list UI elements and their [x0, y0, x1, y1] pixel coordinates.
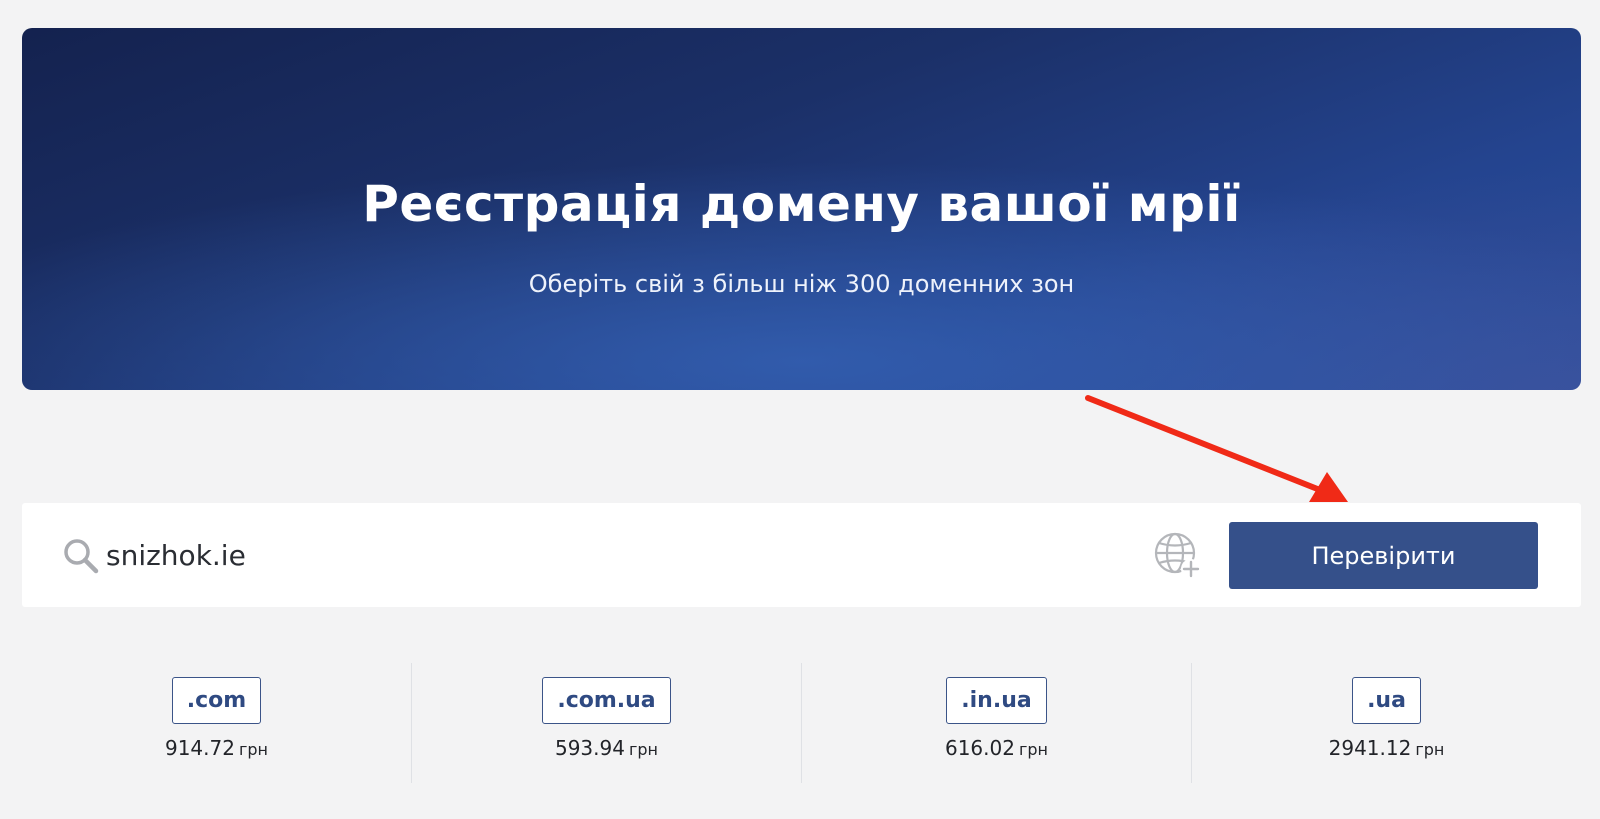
zone-price-currency: грн	[1415, 740, 1445, 759]
zone-price-amount: 914.72	[164, 736, 235, 760]
zone-price-amount: 2941.12	[1328, 736, 1412, 760]
zone-price: 616.02 грн	[802, 736, 1191, 760]
domain-search-input[interactable]	[106, 533, 1106, 577]
hero-subtitle: Оберіть свій з більш ніж 300 доменних зо…	[528, 270, 1075, 298]
check-domain-button[interactable]: Перевірити	[1229, 522, 1538, 589]
page: Реєстрація домену вашої мрії Оберіть сві…	[0, 0, 1600, 819]
zone-item-com-ua[interactable]: .com.ua 593.94 грн	[411, 663, 801, 783]
zone-badge[interactable]: .com.ua	[542, 677, 671, 724]
zone-price: 2941.12 грн	[1192, 736, 1581, 760]
zone-price: 593.94 грн	[412, 736, 801, 760]
zone-badge[interactable]: .com	[171, 677, 262, 724]
domain-zones-list: .com 914.72 грн .com.ua 593.94 грн .in.ua …	[22, 663, 1581, 783]
globe-plus-icon[interactable]	[1153, 531, 1203, 581]
zone-price: 914.72 грн	[22, 736, 411, 760]
zone-item-ua[interactable]: .ua 2941.12 грн	[1191, 663, 1581, 783]
zone-price-amount: 593.94	[554, 736, 625, 760]
domain-search-panel: Перевірити	[22, 503, 1581, 607]
zone-price-amount: 616.02	[944, 736, 1015, 760]
zone-item-com[interactable]: .com 914.72 грн	[22, 663, 411, 783]
hero-banner: Реєстрація домену вашої мрії Оберіть сві…	[22, 28, 1581, 390]
zone-price-currency: грн	[628, 740, 658, 759]
hero-title: Реєстрація домену вашої мрії	[362, 175, 1241, 233]
zone-price-currency: грн	[1018, 740, 1048, 759]
zone-price-currency: грн	[238, 740, 268, 759]
zone-badge[interactable]: .in.ua	[946, 677, 1047, 724]
zone-item-in-ua[interactable]: .in.ua 616.02 грн	[801, 663, 1191, 783]
search-icon	[64, 539, 99, 574]
zone-badge[interactable]: .ua	[1352, 677, 1421, 724]
